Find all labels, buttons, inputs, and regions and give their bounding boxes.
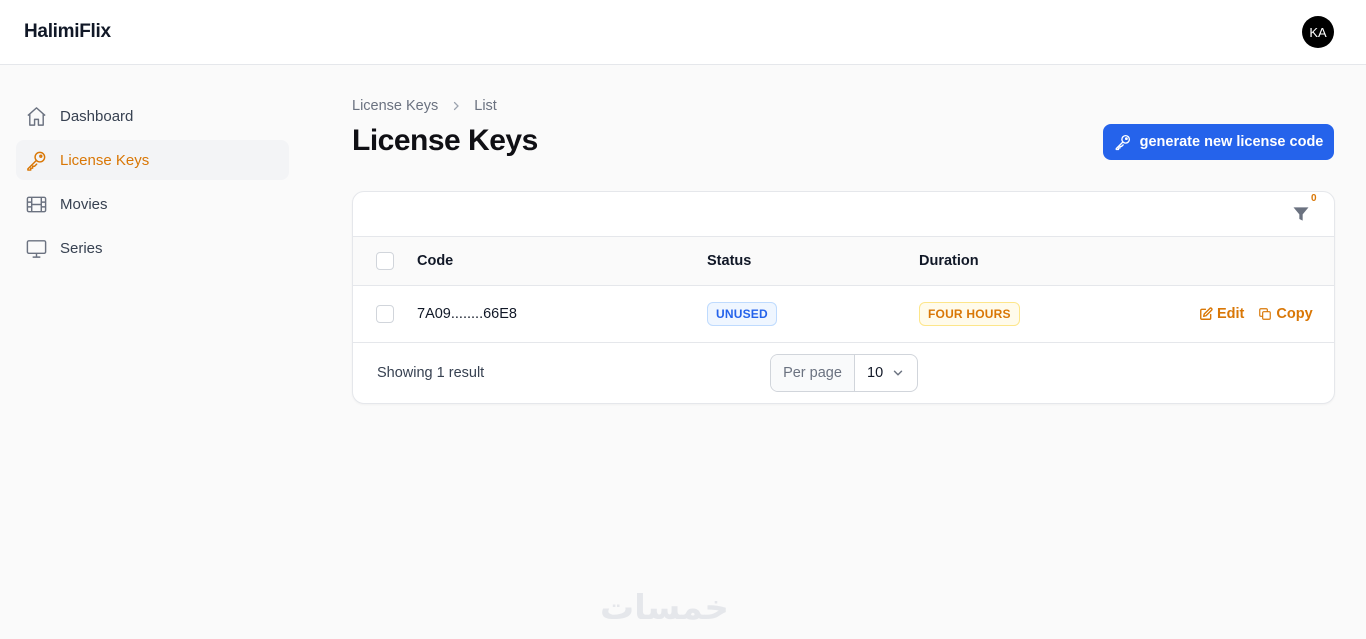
film-icon <box>24 192 48 216</box>
code-cell: 7A09........66E8 <box>417 306 517 322</box>
per-page-value: 10 <box>867 365 884 381</box>
per-page-select[interactable]: 10 <box>855 355 917 391</box>
select-all-cell <box>376 237 394 285</box>
column-header-code[interactable]: Code <box>417 237 453 285</box>
row-select-cell <box>376 286 394 342</box>
key-icon <box>24 148 48 172</box>
edit-button[interactable]: Edit <box>1199 306 1244 322</box>
filter-count-badge: 0 <box>1311 193 1317 204</box>
top-bar: HalimiFlix KA <box>0 0 1366 65</box>
select-all-checkbox[interactable] <box>376 252 394 270</box>
watermark: خمسات <box>600 588 729 628</box>
status-cell: UNUSED <box>707 286 777 342</box>
page-title: License Keys <box>352 124 538 157</box>
breadcrumb-item-list: List <box>474 98 497 114</box>
sidebar-item-label: Dashboard <box>60 107 134 125</box>
generate-license-button[interactable]: generate new license code <box>1103 124 1334 160</box>
duration-cell: FOUR HOURS <box>919 286 1020 342</box>
per-page-label: Per page <box>771 355 855 391</box>
chevron-right-icon <box>450 100 462 112</box>
table-footer: Showing 1 result Per page 10 <box>353 343 1334 403</box>
table-toolbar: 0 <box>353 192 1334 237</box>
table-header: Code Status Duration <box>353 237 1334 286</box>
edit-button-label: Edit <box>1217 306 1245 322</box>
sidebar: Dashboard License Keys Movies Series <box>16 96 289 272</box>
status-badge: UNUSED <box>707 302 777 326</box>
key-icon <box>1114 133 1132 151</box>
row-actions: Edit Copy <box>1199 286 1313 342</box>
chevron-down-icon <box>891 366 905 380</box>
generate-license-button-label: generate new license code <box>1139 134 1324 150</box>
license-keys-table-card: 0 Code Status Duration 7A09........66E8 … <box>352 191 1335 404</box>
per-page-control: Per page 10 <box>770 354 918 392</box>
sidebar-item-license-keys[interactable]: License Keys <box>16 140 289 180</box>
results-count: Showing 1 result <box>377 365 485 381</box>
sidebar-item-series[interactable]: Series <box>16 228 289 268</box>
copy-button[interactable]: Copy <box>1258 306 1313 322</box>
column-header-status[interactable]: Status <box>707 237 751 285</box>
duration-badge: FOUR HOURS <box>919 302 1020 326</box>
edit-icon <box>1199 307 1213 321</box>
sidebar-item-label: License Keys <box>60 151 150 169</box>
filter-icon[interactable] <box>1291 204 1311 224</box>
breadcrumb-item-license-keys[interactable]: License Keys <box>352 98 438 114</box>
copy-icon <box>1258 307 1272 321</box>
sidebar-item-label: Movies <box>60 195 108 213</box>
sidebar-item-movies[interactable]: Movies <box>16 184 289 224</box>
table-row: 7A09........66E8 UNUSED FOUR HOURS Edit … <box>353 286 1334 343</box>
breadcrumb: License Keys List <box>352 98 497 114</box>
home-icon <box>24 104 48 128</box>
user-avatar[interactable]: KA <box>1302 16 1334 48</box>
tv-icon <box>24 236 48 260</box>
row-checkbox[interactable] <box>376 305 394 323</box>
column-header-duration[interactable]: Duration <box>919 237 979 285</box>
brand-logo[interactable]: HalimiFlix <box>24 21 111 43</box>
sidebar-item-label: Series <box>60 239 103 257</box>
sidebar-item-dashboard[interactable]: Dashboard <box>16 96 289 136</box>
copy-button-label: Copy <box>1276 306 1313 322</box>
